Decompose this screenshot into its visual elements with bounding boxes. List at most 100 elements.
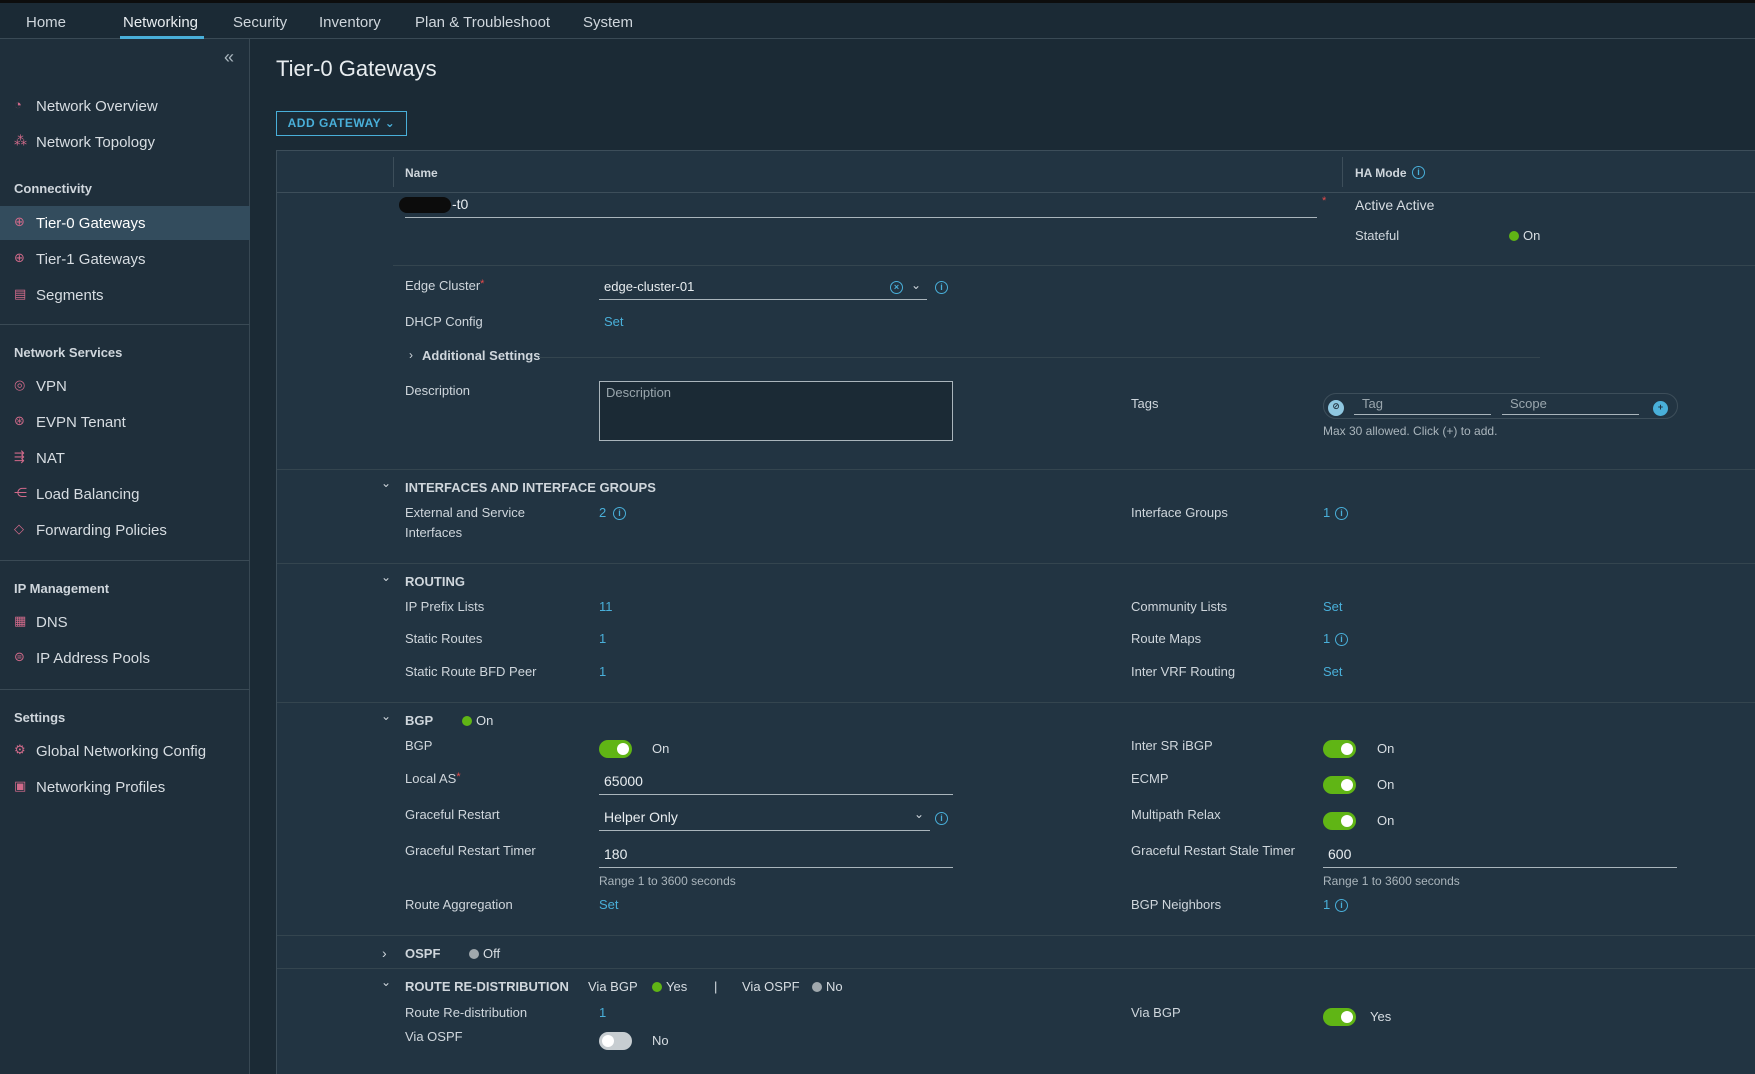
routing-section-title[interactable]: ROUTING (405, 574, 465, 589)
interface-groups-link[interactable]: 1 (1323, 505, 1330, 520)
info-icon[interactable]: i (1335, 507, 1348, 520)
tag-underline (1354, 414, 1491, 415)
info-icon[interactable]: i (1335, 633, 1348, 646)
tab-home[interactable]: Home (26, 14, 66, 31)
gr-timer-hint: Range 1 to 3600 seconds (599, 874, 736, 888)
segments-icon: ▤ (14, 286, 27, 301)
additional-settings-toggle[interactable]: Additional Settings (422, 348, 540, 363)
sidebar-item-segments[interactable]: ▤ Segments (0, 278, 250, 312)
sidebar-item-tier1-gateways[interactable]: ⊕ Tier-1 Gateways (0, 242, 250, 276)
inter-vrf-link[interactable]: Set (1323, 664, 1343, 679)
gateway-name-input[interactable]: -t0 (452, 196, 468, 212)
tab-system[interactable]: System (583, 14, 633, 31)
sidebar-item-global-networking-config[interactable]: ⚙ Global Networking Config (0, 734, 250, 768)
local-as-input[interactable]: 65000 (604, 773, 643, 789)
redistribution-section-title[interactable]: ROUTE RE-DISTRIBUTION (405, 979, 569, 994)
info-icon[interactable]: i (935, 812, 948, 825)
tab-security[interactable]: Security (233, 14, 287, 31)
ospf-section-title[interactable]: OSPF (405, 946, 440, 961)
chevron-down-icon[interactable]: ⌄ (914, 807, 924, 821)
tab-networking[interactable]: Networking (123, 14, 198, 31)
status-dot-off (469, 949, 479, 959)
graceful-restart-select[interactable]: Helper Only (604, 809, 678, 825)
required-marker: * (1322, 195, 1327, 207)
double-chevron-left-icon[interactable]: « (224, 47, 234, 68)
scope-input[interactable]: Scope (1510, 396, 1547, 411)
bgp-neighbors-link[interactable]: 1 (1323, 897, 1330, 912)
sidebar-item-vpn[interactable]: ◎ VPN (0, 369, 250, 403)
clear-icon[interactable]: × (890, 281, 903, 294)
sidebar-item-dns[interactable]: ▦ DNS (0, 605, 250, 639)
add-gateway-button[interactable]: ADD GATEWAY ⌄ (276, 111, 407, 136)
graceful-restart-label: Graceful Restart (405, 807, 500, 822)
via-bgp-toggle[interactable] (1323, 1008, 1356, 1026)
sidebar-item-load-balancing[interactable]: ⋲ Load Balancing (0, 477, 250, 511)
bgp-label: BGP (405, 738, 433, 753)
name-field-underline (405, 217, 1317, 218)
community-lists-link[interactable]: Set (1323, 599, 1343, 614)
interfaces-section-title[interactable]: INTERFACES AND INTERFACE GROUPS (405, 480, 656, 495)
tab-plan-troubleshoot[interactable]: Plan & Troubleshoot (415, 14, 550, 31)
static-routes-link[interactable]: 1 (599, 631, 606, 646)
sidebar-item-nat[interactable]: ⇶ NAT (0, 441, 250, 475)
external-interfaces-label: External and Service (405, 505, 525, 520)
column-divider (1342, 157, 1343, 187)
info-icon[interactable]: i (1412, 166, 1425, 179)
sidebar-item-evpn-tenant[interactable]: ⊛ EVPN Tenant (0, 405, 250, 439)
add-tag-icon[interactable]: + (1653, 401, 1668, 416)
gr-stale-timer-underline (1323, 867, 1677, 868)
sidebar-item-label: Segments (36, 287, 104, 304)
grid-header: Name HA Mode i (277, 151, 1755, 193)
stateful-value: On (1523, 228, 1541, 243)
chevron-right-icon[interactable]: › (382, 945, 387, 961)
bgp-toggle[interactable] (599, 740, 632, 758)
sidebar-item-networking-profiles[interactable]: ▣ Networking Profiles (0, 770, 250, 804)
gauge-icon: ◔ (14, 97, 22, 112)
chevron-right-icon[interactable]: › (409, 348, 413, 362)
gr-stale-timer-input[interactable]: 600 (1328, 846, 1351, 862)
chevron-down-icon[interactable]: ⌄ (381, 975, 391, 989)
inter-sr-ibgp-toggle[interactable] (1323, 740, 1356, 758)
dhcp-config-set-link[interactable]: Set (604, 314, 624, 329)
ip-prefix-lists-link[interactable]: 11 (599, 599, 613, 614)
main-content: Tier-0 Gateways ADD GATEWAY ⌄ Name HA Mo… (251, 39, 1755, 1074)
route-redistribution-link[interactable]: 1 (599, 1005, 606, 1020)
info-icon[interactable]: i (1335, 899, 1348, 912)
local-as-label-text: Local AS (405, 771, 457, 786)
chevron-down-icon[interactable]: ⌄ (381, 476, 391, 490)
bfd-peer-link[interactable]: 1 (599, 664, 606, 679)
via-ospf-toggle[interactable] (599, 1032, 632, 1050)
route-aggregation-link[interactable]: Set (599, 897, 619, 912)
info-icon[interactable]: i (935, 281, 948, 294)
multipath-relax-toggle[interactable] (1323, 812, 1356, 830)
ecmp-toggle[interactable] (1323, 776, 1356, 794)
description-textarea[interactable]: Description (599, 381, 953, 441)
row-divider (277, 968, 1755, 969)
sidebar-item-tier0-gateways[interactable]: ⊕ Tier-0 Gateways (0, 206, 250, 240)
column-ha-mode[interactable]: HA Mode (1355, 166, 1407, 180)
column-name[interactable]: Name (405, 166, 438, 180)
gr-timer-input[interactable]: 180 (604, 846, 627, 862)
chevron-down-icon[interactable]: ⌄ (911, 278, 921, 292)
external-interfaces-link[interactable]: 2 (599, 505, 606, 520)
chevron-down-icon[interactable]: ⌄ (381, 709, 391, 723)
bgp-section-title[interactable]: BGP (405, 713, 433, 728)
edge-cluster-select[interactable]: edge-cluster-01 (604, 279, 694, 294)
via-bgp-row-value: Yes (1370, 1009, 1392, 1024)
sidebar-item-forwarding-policies[interactable]: ◇ Forwarding Policies (0, 513, 250, 547)
top-navigation: Home Networking Security Inventory Plan … (0, 0, 1755, 39)
sidebar-item-ip-address-pools[interactable]: ⊜ IP Address Pools (0, 641, 250, 675)
info-icon[interactable]: i (613, 507, 626, 520)
ecmp-value: On (1377, 777, 1395, 792)
tab-inventory[interactable]: Inventory (319, 14, 381, 31)
edge-cluster-label-text: Edge Cluster (405, 278, 481, 293)
via-ospf-row-value: No (652, 1033, 669, 1048)
route-maps-link[interactable]: 1 (1323, 631, 1330, 646)
sidebar-item-network-overview[interactable]: ◔ Network Overview (0, 89, 250, 123)
chevron-down-icon[interactable]: ⌄ (381, 570, 391, 584)
tag-input[interactable]: Tag (1362, 396, 1383, 411)
route-redistribution-label: Route Re-distribution (405, 1005, 528, 1020)
sidebar-item-network-topology[interactable]: ⁂ Network Topology (0, 125, 250, 159)
gr-timer-label: Graceful Restart Timer (405, 843, 536, 858)
redacted-name-mask (399, 197, 451, 213)
